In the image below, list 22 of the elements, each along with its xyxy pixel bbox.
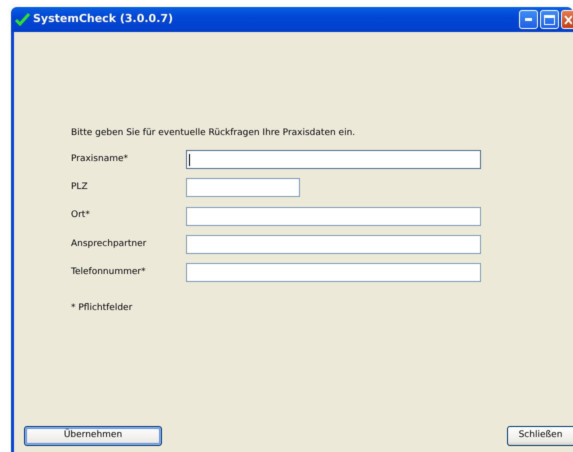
- close-button[interactable]: [561, 10, 573, 29]
- field-label: Ansprechpartner: [71, 238, 148, 251]
- instruction-text: Bitte geben Sie für eventuelle Rückfragen Ihre Praxisdaten ein.: [71, 127, 356, 140]
- window-title: SystemCheck (3.0.0.7): [33, 11, 174, 28]
- field-label: Telefonnummer*: [71, 266, 147, 280]
- maximize-icon: [544, 14, 555, 24]
- input-field[interactable]: [186, 178, 300, 198]
- field-label: Ort*: [71, 209, 91, 222]
- close-dialog-button[interactable]: Schließen: [507, 426, 573, 446]
- input-field[interactable]: [186, 263, 481, 282]
- checkmark-icon: [15, 13, 30, 26]
- required-note: * Pflichtfelder: [71, 302, 134, 315]
- apply-button[interactable]: Übernehmen: [24, 426, 162, 446]
- input-field[interactable]: [186, 206, 481, 226]
- maximize-button[interactable]: [540, 10, 559, 29]
- minimize-icon: [525, 18, 532, 21]
- minimize-button[interactable]: [519, 10, 538, 29]
- input-field[interactable]: [186, 235, 481, 254]
- field-label: PLZ: [71, 181, 89, 194]
- field-label: Praxisname*: [71, 152, 130, 166]
- input-field[interactable]: [186, 150, 481, 170]
- close-icon: [564, 14, 572, 24]
